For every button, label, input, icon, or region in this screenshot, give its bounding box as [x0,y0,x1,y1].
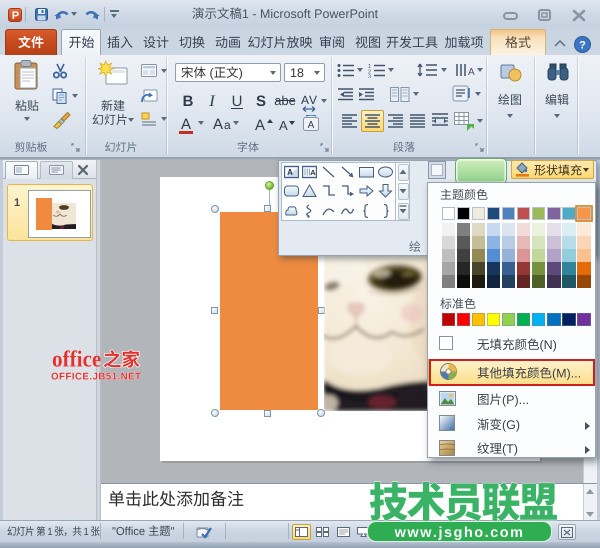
svg-text:A: A [311,168,317,177]
svg-text:A: A [308,120,315,131]
svg-text:A: A [468,67,475,78]
svg-text:A: A [287,168,293,177]
svg-text:3: 3 [368,75,371,79]
svg-text:?: ? [579,40,586,52]
